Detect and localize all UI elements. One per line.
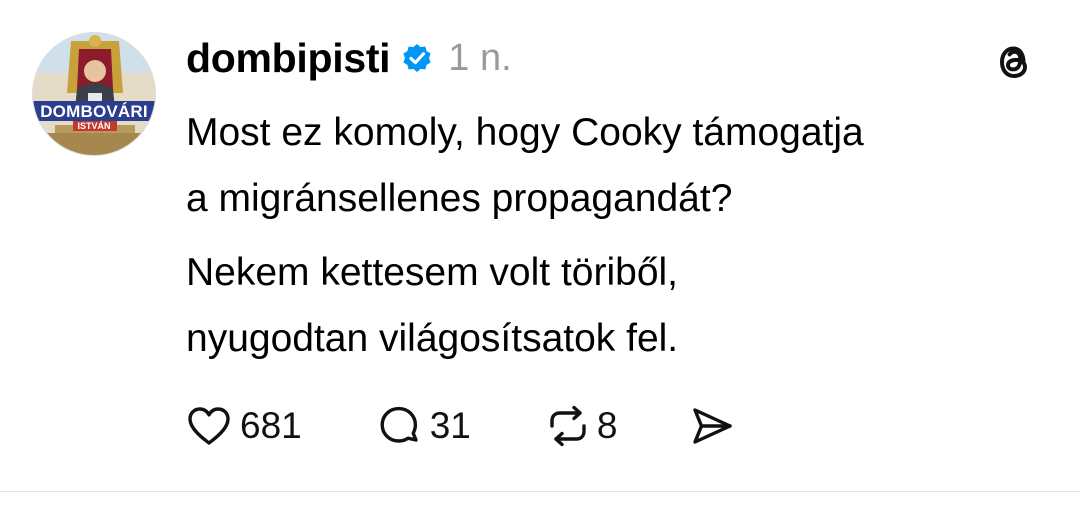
post-paragraph-2: Nekem kettesem volt töriből, nyugodtan v… bbox=[186, 240, 1056, 372]
heart-icon bbox=[186, 404, 232, 448]
avatar-logo-text: DOMBOVÁRI bbox=[40, 102, 148, 121]
post-line: Most ez komoly, hogy Cooky támogatja bbox=[186, 111, 864, 154]
post-line: nyugodtan világosítsatok fel. bbox=[186, 317, 679, 360]
like-count: 681 bbox=[240, 405, 302, 446]
send-icon bbox=[689, 404, 735, 448]
verified-badge-icon bbox=[400, 41, 434, 75]
avatar-sub-text: ISTVÁN bbox=[77, 121, 111, 131]
post-divider bbox=[0, 491, 1080, 492]
threads-logo-icon[interactable] bbox=[994, 40, 1034, 84]
action-bar: 681 31 8 bbox=[186, 396, 779, 456]
speech-bubble-icon bbox=[376, 403, 422, 449]
reply-count: 31 bbox=[429, 405, 471, 446]
avatar[interactable]: DOMBOVÁRI ISTVÁN bbox=[32, 32, 156, 156]
post-header: dombipisti 1 n. bbox=[186, 30, 512, 86]
post-timestamp: 1 n. bbox=[448, 36, 512, 79]
repost-icon bbox=[543, 404, 593, 448]
like-button[interactable]: 681 bbox=[186, 404, 302, 448]
username[interactable]: dombipisti bbox=[186, 35, 391, 82]
share-button[interactable] bbox=[689, 404, 735, 448]
threads-post: DOMBOVÁRI ISTVÁN dombipisti 1 n. Most ez… bbox=[0, 0, 1080, 490]
repost-count: 8 bbox=[596, 405, 618, 446]
repost-button[interactable]: 8 bbox=[543, 404, 618, 448]
post-paragraph-1: Most ez komoly, hogy Cooky támogatja a m… bbox=[186, 100, 1056, 232]
post-body: Most ez komoly, hogy Cooky támogatja a m… bbox=[186, 100, 1056, 372]
avatar-image bbox=[33, 33, 155, 155]
post-line: Nekem kettesem volt töriből, bbox=[186, 251, 679, 294]
reply-button[interactable]: 31 bbox=[376, 403, 471, 449]
post-line: a migránsellenes propagandát? bbox=[186, 177, 733, 220]
